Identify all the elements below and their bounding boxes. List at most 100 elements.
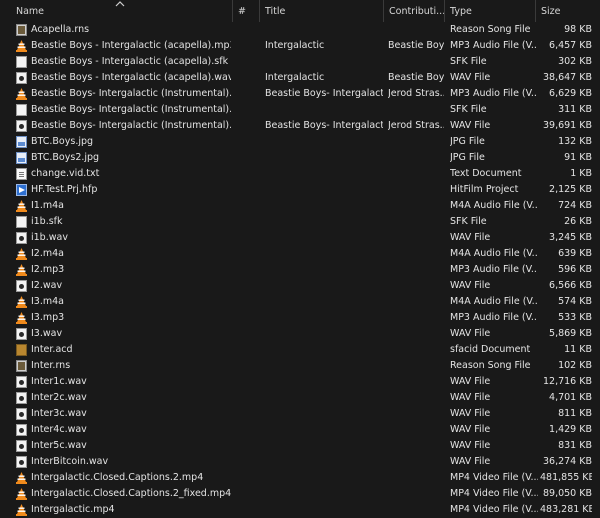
file-row[interactable]: i1b.sfk SFK File 26 KB [0,214,600,230]
wav-icon [16,438,28,454]
file-title [265,470,383,486]
column-header-type[interactable]: Type [444,0,535,22]
file-size: 831 KB [558,440,592,451]
file-name: Inter5c.wav [31,440,87,451]
file-contributing-artist [388,54,444,70]
file-type: M4A Audio File (V... [450,248,538,259]
file-row[interactable]: Inter3c.wav WAV File 811 KB [0,406,600,422]
file-row[interactable]: i1b.wav WAV File 3,245 KB [0,230,600,246]
file-contributing-artist [388,406,444,422]
file-type: Reason Song File [450,24,531,35]
file-contributing-artist [388,374,444,390]
file-row[interactable]: Inter.rns Reason Song File 102 KB [0,358,600,374]
file-size: 12,716 KB [542,376,592,387]
file-title [265,214,383,230]
file-row[interactable]: Inter1c.wav WAV File 12,716 KB [0,374,600,390]
file-row[interactable]: Acapella.rns Reason Song File 98 KB [0,22,600,38]
file-title [265,166,383,182]
column-header-title[interactable]: Title [259,0,383,22]
file-name: Beastie Boys - Intergalactic (acapella).… [31,56,229,67]
file-row[interactable]: I3.mp3 MP3 Audio File (V... 533 KB [0,310,600,326]
file-title [265,358,383,374]
file-row[interactable]: I2.wav WAV File 6,566 KB [0,278,600,294]
file-row[interactable]: Beastie Boys - Intergalactic (acapella).… [0,70,600,86]
file-row[interactable]: I3.m4a M4A Audio File (V... 574 KB [0,294,600,310]
file-size: 811 KB [558,408,592,419]
file-contributing-artist [388,294,444,310]
file-row[interactable]: Inter4c.wav WAV File 1,429 KB [0,422,600,438]
file-row[interactable]: HF.Test.Prj.hfp HitFilm Project 2,125 KB [0,182,600,198]
file-title: Intergalactic [265,72,325,83]
file-type: WAV File [450,424,491,435]
file-size: 311 KB [558,104,592,115]
file-type: MP3 Audio File (V... [450,40,538,51]
wav-icon [16,230,28,246]
file-row[interactable]: Beastie Boys- Intergalactic (Instrumenta… [0,86,600,102]
file-name: Inter2c.wav [31,392,87,403]
file-contributing-artist [388,390,444,406]
file-contributing-artist [388,326,444,342]
file-size: 302 KB [558,56,592,67]
file-title [265,502,383,518]
column-header-size[interactable]: Size [535,0,600,22]
file-title [265,150,383,166]
file-row[interactable]: Beastie Boys - Intergalactic (acapella).… [0,54,600,70]
file-row[interactable]: Beastie Boys- Intergalactic (Instrumenta… [0,102,600,118]
doc-icon [16,214,28,230]
file-row[interactable]: Inter2c.wav WAV File 4,701 KB [0,390,600,406]
vlc-icon [16,86,28,102]
file-row[interactable]: Beastie Boys- Intergalactic (Instrumenta… [0,118,600,134]
file-type: MP3 Audio File (V... [450,312,538,323]
file-row[interactable]: I2.m4a M4A Audio File (V... 639 KB [0,246,600,262]
file-row[interactable]: Intergalactic.Closed.Captions.2.mp4 MP4 V… [0,470,600,486]
file-type: WAV File [450,328,491,339]
file-row[interactable]: change.vid.txt Text Document 1 KB [0,166,600,182]
file-name: I1.m4a [31,200,64,211]
file-row[interactable]: BTC.Boys2.jpg JPG File 91 KB [0,150,600,166]
file-row[interactable]: Beastie Boys - Intergalactic (acapella).… [0,38,600,54]
file-row[interactable]: Inter5c.wav WAV File 831 KB [0,438,600,454]
file-name: Beastie Boys - Intergalactic (acapella).… [31,72,231,83]
file-size: 533 KB [558,312,592,323]
file-contributing-artist [388,470,444,486]
file-contributing-artist [388,502,444,518]
file-row[interactable]: Intergalactic.mp4 MP4 Video File (V... 483… [0,502,600,518]
file-name: Inter4c.wav [31,424,87,435]
file-size: 3,245 KB [549,232,592,243]
file-size: 1,429 KB [549,424,592,435]
file-name: Inter.acd [31,344,73,355]
file-type: JPG File [450,152,485,163]
wav-icon [16,406,28,422]
file-size: 481,855 KB [540,472,592,483]
file-row[interactable]: InterBitcoin.wav WAV File 36,274 KB [0,454,600,470]
file-type: WAV File [450,232,491,243]
vlc-icon [16,38,28,54]
hitfilm-icon [16,182,28,198]
file-type: sfacid Document [450,344,531,355]
wav-icon [16,278,28,294]
wav-icon [16,374,28,390]
wav-icon [16,390,28,406]
vlc-icon [16,262,28,278]
file-title [265,134,383,150]
file-name: Intergalactic.Closed.Captions.2.mp4 [31,472,204,483]
file-row[interactable]: Inter.acd sfacid Document 11 KB [0,342,600,358]
file-title [265,262,383,278]
vlc-icon [16,294,28,310]
file-row[interactable]: I2.mp3 MP3 Audio File (V... 596 KB [0,262,600,278]
column-header-contributing-artists[interactable]: Contributi... [383,0,444,22]
file-contributing-artist [388,358,444,374]
file-row[interactable]: I3.wav WAV File 5,869 KB [0,326,600,342]
file-title: Beastie Boys- Intergalacti... [265,120,383,131]
file-contributing-artist [388,278,444,294]
file-row[interactable]: BTC.Boys.jpg JPG File 132 KB [0,134,600,150]
file-name: HF.Test.Prj.hfp [31,184,98,195]
file-row[interactable]: I1.m4a M4A Audio File (V... 724 KB [0,198,600,214]
rns-icon [16,358,28,374]
file-title [265,326,383,342]
doc-icon [16,54,28,70]
file-size: 132 KB [558,136,592,147]
file-row[interactable]: Intergalactic.Closed.Captions.2_fixed.mp… [0,486,600,502]
column-header-number[interactable]: # [232,0,259,22]
vlc-icon [16,310,28,326]
